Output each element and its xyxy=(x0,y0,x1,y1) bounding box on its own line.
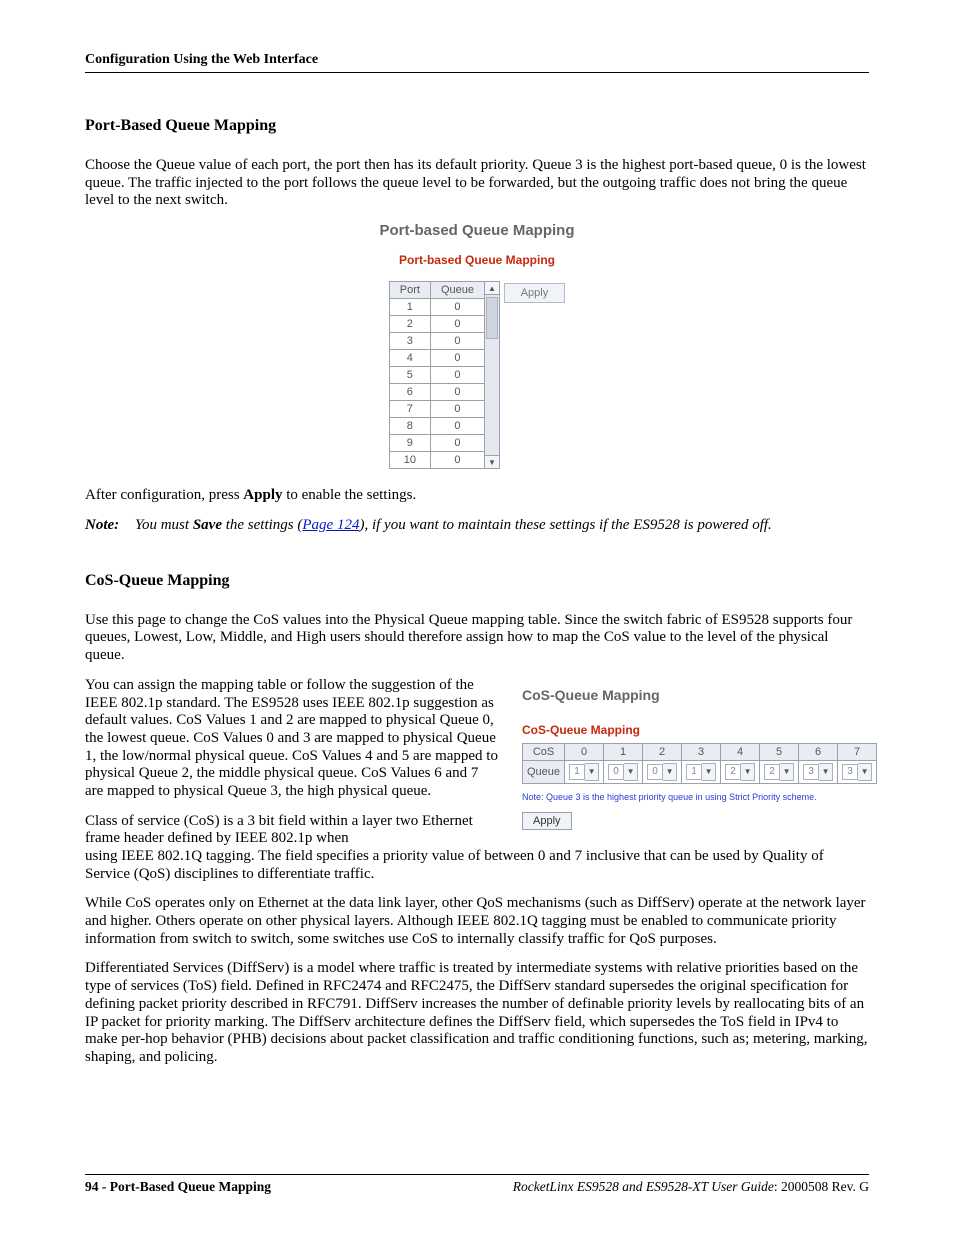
figure2-note: Note: Queue 3 is the highest priority qu… xyxy=(522,792,877,802)
scrollbar[interactable]: ▲ ▼ xyxy=(485,281,500,469)
table-row: 20 xyxy=(389,316,484,333)
table-row: 30 xyxy=(389,333,484,350)
chevron-down-icon[interactable]: ▼ xyxy=(624,763,638,781)
chevron-down-icon[interactable]: ▼ xyxy=(741,763,755,781)
queue-select[interactable]: 3▼ xyxy=(803,763,833,781)
chevron-down-icon[interactable]: ▼ xyxy=(663,763,677,781)
section1-heading: Port-Based Queue Mapping xyxy=(85,117,869,135)
col-port: Port xyxy=(389,282,430,299)
figure2-legend: CoS-Queue Mapping xyxy=(522,723,877,737)
figure1-legend: Port-based Queue Mapping xyxy=(389,253,566,267)
section2-intro: Use this page to change the CoS values i… xyxy=(85,612,869,665)
apply-button[interactable]: Apply xyxy=(504,283,566,303)
page-footer: 94 - Port-Based Queue Mapping RocketLinx… xyxy=(85,1174,869,1195)
section2-full-p2: While CoS operates only on Ethernet at t… xyxy=(85,895,869,948)
note-body: You must Save the settings (Page 124), i… xyxy=(135,517,869,534)
table-row: 40 xyxy=(389,350,484,367)
queue-select[interactable]: 0▼ xyxy=(608,763,638,781)
figure-cos-queue-mapping: CoS-Queue Mapping CoS-Queue Mapping CoS … xyxy=(522,677,877,830)
section2-left-p2: Class of service (CoS) is a 3 bit field … xyxy=(85,813,500,848)
running-header: Configuration Using the Web Interface xyxy=(85,52,869,73)
table-row: 100 xyxy=(389,452,484,469)
cos-queue-table: CoS 0 1 2 3 4 5 6 7 Queue 1▼ 0▼ 0▼ 1▼ 2▼ xyxy=(522,743,877,784)
queue-select[interactable]: 1▼ xyxy=(569,763,599,781)
queue-row-label: Queue xyxy=(523,760,565,783)
figure1-title: Port-based Queue Mapping xyxy=(85,222,869,239)
section2-heading: CoS-Queue Mapping xyxy=(85,572,869,590)
scroll-track[interactable] xyxy=(485,339,499,455)
cos-header-row: CoS 0 1 2 3 4 5 6 7 xyxy=(523,743,877,760)
section2-left-p1: You can assign the mapping table or foll… xyxy=(85,677,500,801)
scroll-thumb[interactable] xyxy=(486,297,498,339)
table-row: 10 xyxy=(389,299,484,316)
chevron-down-icon[interactable]: ▼ xyxy=(780,763,794,781)
note-label: Note: xyxy=(85,517,135,534)
queue-select[interactable]: 0▼ xyxy=(647,763,677,781)
section2-full-p1: using IEEE 802.1Q tagging. The field spe… xyxy=(85,848,869,883)
save-word: Save xyxy=(193,517,222,533)
queue-select[interactable]: 2▼ xyxy=(725,763,755,781)
col-queue: Queue xyxy=(430,282,484,299)
section1-note: Note: You must Save the settings (Page 1… xyxy=(85,517,869,534)
figure2-title: CoS-Queue Mapping xyxy=(522,687,877,703)
section1-intro: Choose the Queue value of each port, the… xyxy=(85,157,869,210)
queue-select[interactable]: 1▼ xyxy=(686,763,716,781)
page-link[interactable]: Page 124 xyxy=(302,517,359,533)
figure-port-queue-mapping: Port-based Queue Mapping Port-based Queu… xyxy=(85,222,869,469)
chevron-down-icon[interactable]: ▼ xyxy=(702,763,716,781)
table-row: 90 xyxy=(389,435,484,452)
chevron-down-icon[interactable]: ▼ xyxy=(858,763,872,781)
scroll-up-icon[interactable]: ▲ xyxy=(485,282,499,295)
footer-left: 94 - Port-Based Queue Mapping xyxy=(85,1179,271,1195)
table-row: 50 xyxy=(389,367,484,384)
section2-full-p3: Differentiated Services (DiffServ) is a … xyxy=(85,960,869,1066)
table-row: 80 xyxy=(389,418,484,435)
queue-row: Queue 1▼ 0▼ 0▼ 1▼ 2▼ 2▼ 3▼ 3▼ xyxy=(523,760,877,783)
apply-button[interactable]: Apply xyxy=(522,812,572,830)
table-row: 60 xyxy=(389,384,484,401)
chevron-down-icon[interactable]: ▼ xyxy=(819,763,833,781)
scroll-down-icon[interactable]: ▼ xyxy=(485,455,499,468)
queue-select[interactable]: 3▼ xyxy=(842,763,872,781)
queue-select[interactable]: 2▼ xyxy=(764,763,794,781)
section1-after-config: After configuration, press Apply to enab… xyxy=(85,487,869,505)
footer-right: RocketLinx ES9528 and ES9528-XT User Gui… xyxy=(513,1179,869,1195)
cos-row-label: CoS xyxy=(523,743,565,760)
chevron-down-icon[interactable]: ▼ xyxy=(585,763,599,781)
apply-word: Apply xyxy=(243,487,282,503)
table-row: 70 xyxy=(389,401,484,418)
table-header-row: Port Queue xyxy=(389,282,484,299)
port-queue-table: Port Queue 10 20 30 40 50 60 70 80 90 10… xyxy=(389,281,485,469)
